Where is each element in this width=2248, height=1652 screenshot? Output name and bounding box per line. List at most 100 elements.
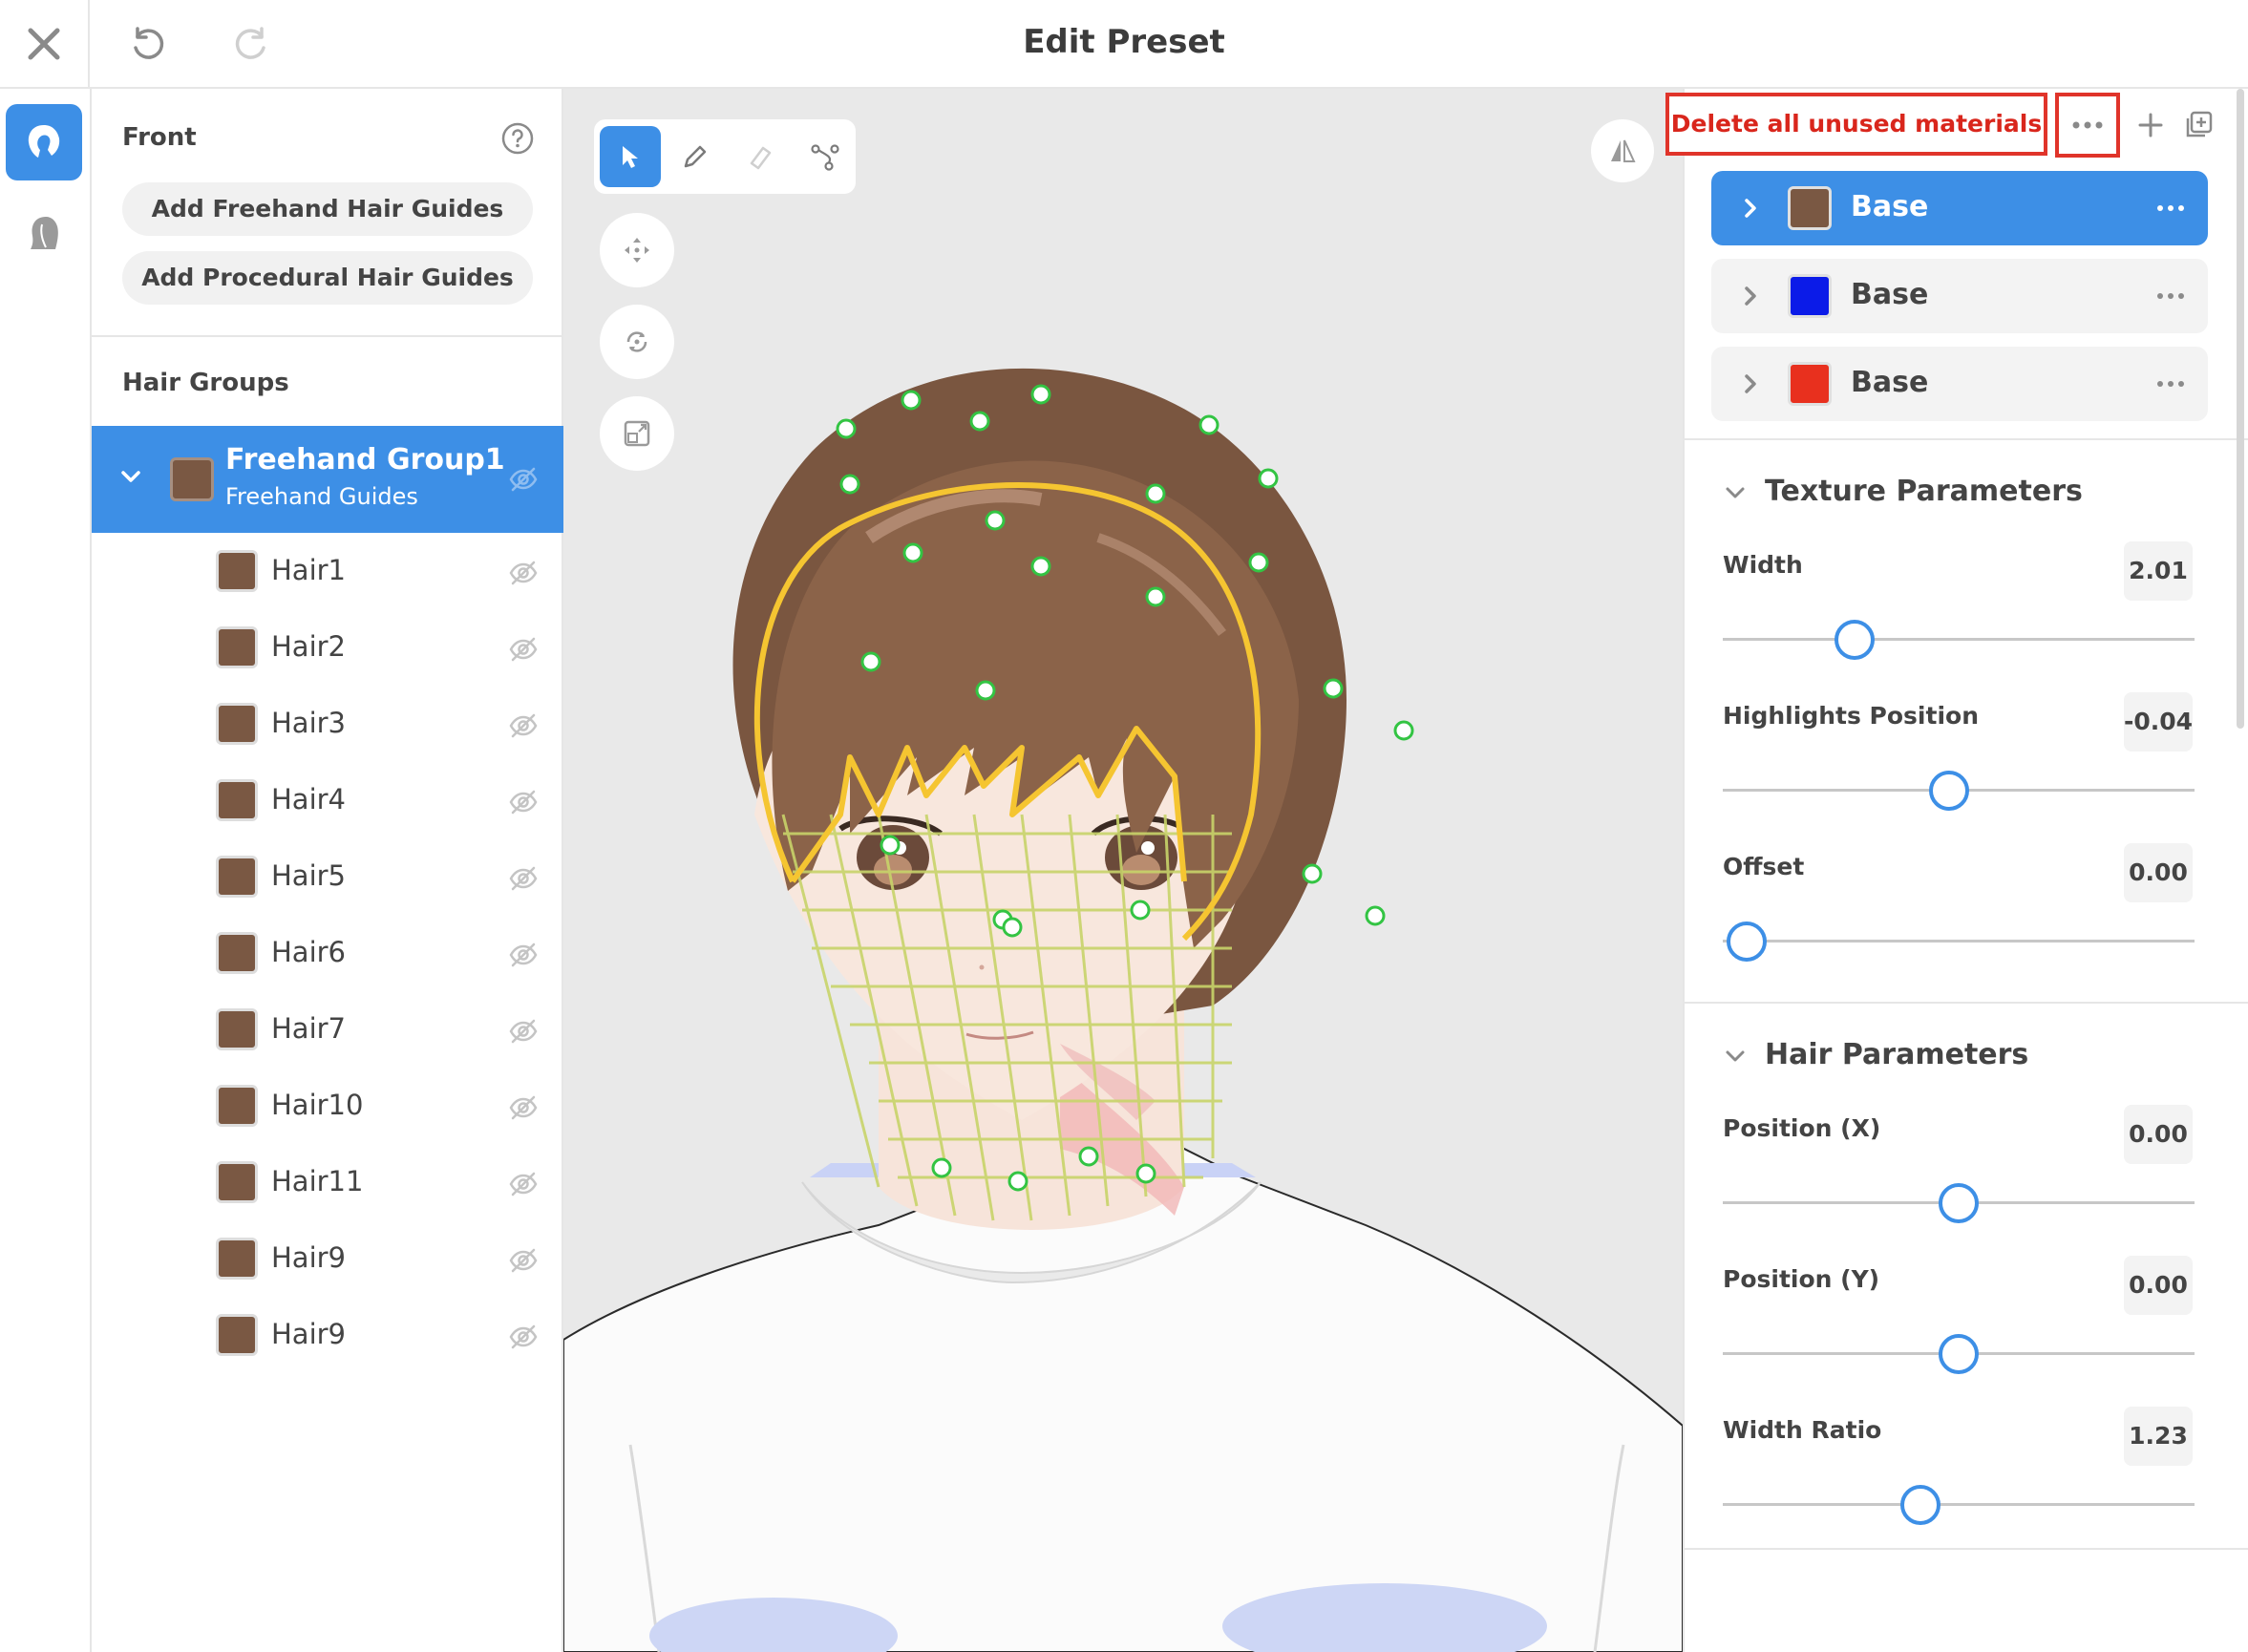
pan-view-button[interactable] — [600, 213, 674, 287]
hair-color-swatch[interactable] — [216, 856, 258, 898]
slider-knob[interactable] — [1939, 1183, 1979, 1223]
slider-knob[interactable] — [1726, 921, 1767, 962]
parameter-slider[interactable] — [1723, 1334, 2195, 1374]
hair-name: Hair9 — [271, 1241, 347, 1274]
eye-slash-icon[interactable] — [508, 634, 539, 665]
hair-color-swatch[interactable] — [216, 703, 258, 745]
eye-slash-icon[interactable] — [508, 940, 539, 970]
eraser-tool-button[interactable] — [730, 126, 791, 187]
material-color-swatch[interactable] — [1788, 186, 1832, 230]
eye-slash-icon[interactable] — [508, 1016, 539, 1047]
chevron-right-icon[interactable] — [1738, 371, 1763, 396]
hair-list-item[interactable]: Hair9 — [92, 1220, 563, 1297]
slider-track[interactable] — [1723, 940, 2195, 942]
hair-list-item[interactable]: Hair2 — [92, 609, 563, 686]
chevron-down-icon[interactable] — [118, 464, 143, 489]
slider-track[interactable] — [1723, 1503, 2195, 1506]
parameter-slider[interactable] — [1723, 1485, 2195, 1525]
parameter-slider[interactable] — [1723, 771, 2195, 811]
more-dots-icon[interactable] — [2156, 284, 2185, 308]
hair-list-item[interactable]: Hair11 — [92, 1144, 563, 1220]
parameter-label: Width — [1723, 551, 1803, 579]
hair-color-swatch[interactable] — [216, 1238, 258, 1280]
parameter-value-input[interactable]: 2.01 — [2124, 541, 2193, 601]
slider-knob[interactable] — [1900, 1485, 1941, 1525]
more-dots-icon[interactable] — [2156, 371, 2185, 396]
parameter-value-input[interactable]: -0.04 — [2124, 692, 2193, 752]
hair-list-item[interactable]: Hair1 — [92, 533, 563, 609]
hair-list-item[interactable]: Hair7 — [92, 991, 563, 1068]
help-icon[interactable] — [500, 121, 535, 156]
slider-track[interactable] — [1723, 638, 2195, 641]
hair-name: Hair11 — [271, 1165, 364, 1197]
eye-slash-icon[interactable] — [508, 863, 539, 894]
hair-color-swatch[interactable] — [216, 1008, 258, 1050]
eye-slash-icon[interactable] — [508, 1245, 539, 1276]
pen-tool-button[interactable] — [665, 126, 726, 187]
slider-knob[interactable] — [1834, 620, 1876, 660]
add-material-button[interactable] — [2131, 106, 2170, 144]
add-procedural-hair-guides-button[interactable]: Add Procedural Hair Guides — [122, 251, 533, 305]
delete-unused-materials-menu-item[interactable]: Delete all unused materials — [1665, 93, 2047, 156]
slider-knob[interactable] — [1929, 771, 1970, 811]
eye-slash-icon[interactable] — [508, 1169, 539, 1199]
avatar-model[interactable] — [563, 89, 1683, 1652]
parameter-slider[interactable] — [1723, 921, 2195, 962]
slider-knob[interactable] — [1939, 1334, 1979, 1374]
chevron-right-icon[interactable] — [1738, 196, 1763, 221]
3d-viewport[interactable] — [563, 89, 1683, 1652]
hair-color-swatch[interactable] — [216, 932, 258, 974]
chevron-down-icon[interactable] — [1723, 1044, 1748, 1069]
select-tool-button[interactable] — [600, 126, 661, 187]
hair-color-swatch[interactable] — [216, 1085, 258, 1127]
group-color-swatch[interactable] — [170, 457, 214, 501]
material-row[interactable]: Base — [1711, 347, 2208, 421]
chevron-right-icon[interactable] — [1738, 284, 1763, 308]
hair-color-swatch[interactable] — [216, 626, 258, 668]
add-freehand-hair-guides-button[interactable]: Add Freehand Hair Guides — [122, 182, 533, 236]
parameter-value-input[interactable]: 0.00 — [2124, 843, 2193, 902]
more-dots-icon[interactable] — [2156, 196, 2185, 221]
eye-slash-icon[interactable] — [508, 558, 539, 588]
duplicate-material-button[interactable] — [2179, 106, 2217, 144]
mirror-toggle-button[interactable] — [1591, 119, 1654, 182]
material-color-swatch[interactable] — [1788, 274, 1832, 318]
chevron-down-icon[interactable] — [1723, 480, 1748, 505]
parameter-slider[interactable] — [1723, 620, 2195, 660]
divider — [1685, 1548, 2248, 1550]
eye-slash-icon[interactable] — [508, 787, 539, 817]
zoom-view-button[interactable] — [600, 396, 674, 471]
hair-group-row[interactable]: Freehand Group1 Freehand Guides — [92, 426, 563, 533]
hair-color-swatch[interactable] — [216, 1161, 258, 1203]
material-row[interactable]: Base — [1711, 171, 2208, 245]
hair-list-item[interactable]: Hair4 — [92, 762, 563, 838]
parameter-value-input[interactable]: 0.00 — [2124, 1256, 2193, 1315]
parameter-slider[interactable] — [1723, 1183, 2195, 1223]
hair-list-item[interactable]: Hair3 — [92, 686, 563, 762]
hair-color-swatch[interactable] — [216, 1314, 258, 1356]
parameter-value-input[interactable]: 1.23 — [2124, 1407, 2193, 1466]
hair-list-item[interactable]: Hair9 — [92, 1297, 563, 1373]
material-row[interactable]: Base — [1711, 259, 2208, 333]
hair-color-swatch[interactable] — [216, 550, 258, 592]
hair-list-item[interactable]: Hair5 — [92, 838, 563, 915]
hair-list-item[interactable]: Hair6 — [92, 915, 563, 991]
eye-slash-icon[interactable] — [508, 464, 539, 495]
scrollbar[interactable] — [2237, 89, 2244, 729]
path-tool-button[interactable] — [795, 126, 856, 187]
plus-icon — [2138, 113, 2163, 138]
rotate-view-button[interactable] — [600, 305, 674, 379]
material-color-swatch[interactable] — [1788, 362, 1832, 406]
eye-slash-icon[interactable] — [508, 1092, 539, 1123]
eye-slash-icon[interactable] — [508, 710, 539, 741]
hair-list-item[interactable]: Hair10 — [92, 1068, 563, 1144]
materials-more-button[interactable] — [2055, 93, 2120, 158]
eye-slash-icon[interactable] — [508, 1322, 539, 1352]
materials-panel: Delete all unused materials Base Base Base… — [1665, 89, 2248, 1652]
mirror-icon — [1611, 139, 1636, 162]
hair-name: Hair1 — [271, 554, 347, 586]
back-hair-mode-button[interactable] — [6, 194, 82, 270]
front-hair-mode-button[interactable] — [6, 104, 82, 180]
hair-color-swatch[interactable] — [216, 779, 258, 821]
parameter-value-input[interactable]: 0.00 — [2124, 1105, 2193, 1164]
